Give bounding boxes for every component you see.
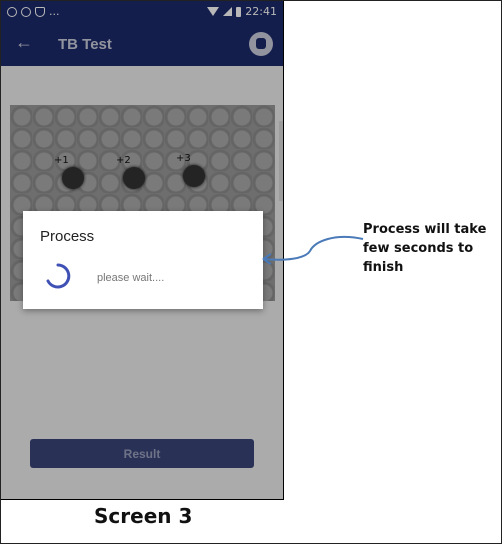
screen-caption: Screen 3	[94, 504, 193, 528]
annotation-arrow	[262, 235, 364, 265]
loading-spinner-icon	[46, 263, 71, 289]
phone-screen: ... 22:41 ← TB Test +1 +2 +3 Result Proc…	[1, 1, 284, 500]
progress-dialog: Process please wait....	[23, 211, 263, 309]
dialog-title: Process	[40, 228, 95, 245]
modal-scrim-top	[1, 1, 283, 66]
annotation-text: Process will take few seconds to finish	[363, 222, 487, 275]
dialog-message: please wait....	[97, 272, 165, 284]
